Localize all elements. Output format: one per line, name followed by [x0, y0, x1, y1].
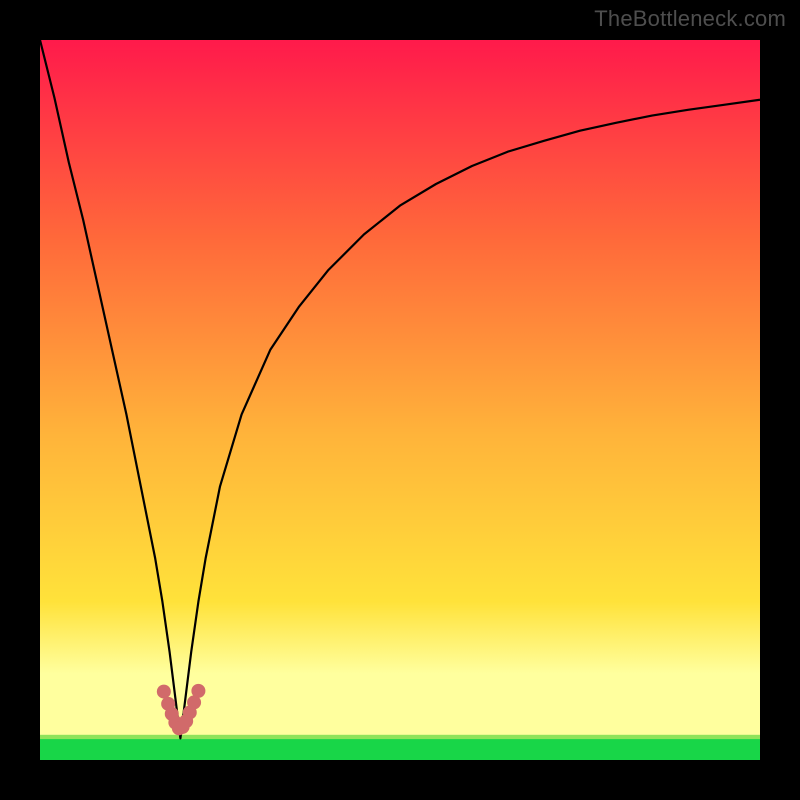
- highlight-dot: [191, 684, 205, 698]
- green-strip: [40, 738, 760, 760]
- green-transition: [40, 735, 760, 739]
- highlight-dot: [157, 685, 171, 699]
- gradient-bg: [40, 40, 760, 760]
- outer-frame: TheBottleneck.com: [0, 0, 800, 800]
- chart-svg: [40, 40, 760, 760]
- pale-band: [40, 677, 760, 738]
- watermark-text: TheBottleneck.com: [594, 6, 786, 32]
- plot-area: [40, 40, 760, 760]
